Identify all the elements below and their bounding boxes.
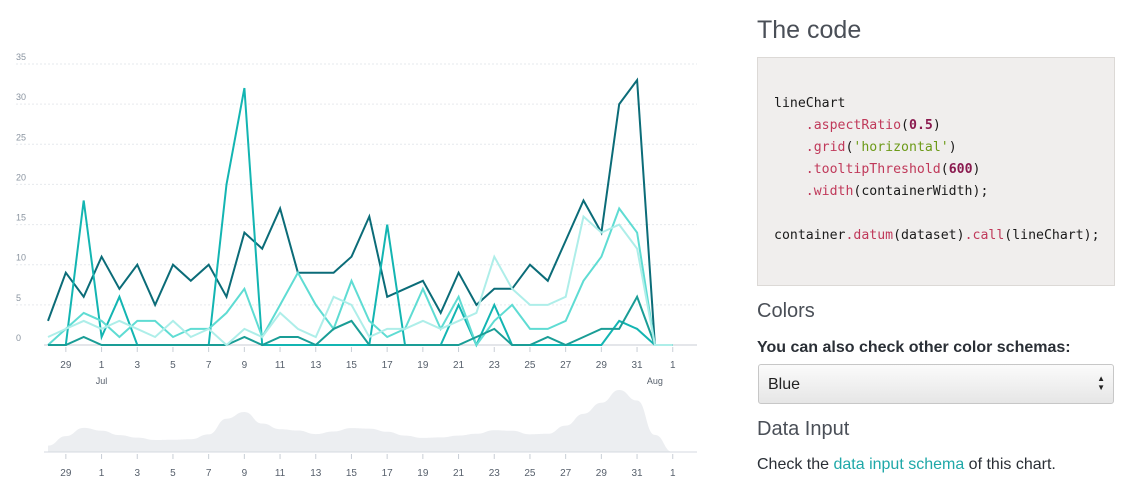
brush-tick-label: 17 [382,468,394,479]
code-line: .width(containerWidth); [774,184,989,199]
brush-tick-label: 7 [206,468,212,479]
code-token: ) [932,118,941,133]
code-token: 'horizontal' [853,140,949,155]
code-token: ( [940,162,949,177]
brush-tick-label: 31 [631,468,643,479]
code-line: .aspectRatio(0.5) [774,118,941,133]
brush-tick-label: 1 [670,468,676,479]
brush-tick-label: 21 [453,468,465,479]
code-token: .grid [774,140,846,155]
y-tick-label: 15 [16,213,26,223]
code-token: container [774,228,846,243]
brush-tick-label: 29 [60,468,72,479]
y-tick-label: 10 [16,253,26,263]
code-token: (lineChart); [1004,228,1100,243]
brush-tick-label: 1 [99,468,105,479]
code-line: .grid('horizontal') [774,140,957,155]
x-tick-label: 3 [134,360,140,371]
code-token: ( [901,118,909,133]
x-tick-label: 25 [524,360,536,371]
brush-tick-label: 19 [417,468,429,479]
y-tick-label: 30 [16,92,26,102]
data-input-text: Check the data input schema of this char… [757,456,1056,474]
x-tick-label: 23 [489,360,501,371]
x-tick-label: 9 [242,360,248,371]
code-token: (dataset) [893,228,965,243]
select-updown-icon: ▲ ▼ [1097,374,1105,392]
code-token: 600 [948,162,973,177]
x-tick-label: 1 [670,360,676,371]
code-token: ) [948,140,957,155]
code-token: ) [972,162,981,177]
y-tick-label: 5 [16,293,21,303]
brush-tick-label: 23 [489,468,501,479]
x-tick-label: 29 [596,360,608,371]
x-tick-label: 21 [453,360,465,371]
code-line: .tooltipThreshold(600) [774,162,981,177]
line-chart: 0510152025303529 1 3 5 7 9 11 13 15 17 19 21 23 25 27 2… [16,52,697,479]
x-tick-label: 15 [346,360,358,371]
code-token: .aspectRatio [774,118,902,133]
data-input-text-after: of this chart. [964,456,1056,473]
brush-area [48,390,673,452]
code-token: (containerWidth); [853,184,989,199]
data-input-text-before: Check the [757,456,834,473]
x-tick-label: 1 [99,360,105,371]
x-tick-label: 27 [560,360,572,371]
code-section-title: The code [757,16,862,44]
x-tick-label: 29 [60,360,72,371]
brush-tick-label: 13 [310,468,322,479]
brush-tick-label: 9 [242,468,248,479]
code-token: .tooltipThreshold [774,162,941,177]
brush-tick-label: 11 [275,468,286,479]
color-schema-selected-value: Blue [768,376,801,393]
x-tick-label: 17 [382,360,394,371]
data-input-title: Data Input [757,418,850,440]
y-tick-label: 20 [16,172,26,182]
code-token: .width [774,184,854,199]
y-tick-label: 35 [16,52,26,62]
x-tick-label: 7 [206,360,212,371]
y-tick-label: 0 [16,333,21,343]
y-tick-label: 25 [16,132,26,142]
code-line: container.datum(dataset).call(lineChart)… [774,228,1100,243]
x-tick-label: 5 [170,360,176,371]
code-block: lineChart .aspectRatio(0.5) .grid('horiz… [757,57,1115,286]
brush-tick-label: 15 [346,468,358,479]
colors-subtitle: You can also check other color schemas: [757,339,1071,356]
x-tick-label: 19 [417,360,429,371]
month-label-aug: Aug [647,376,663,386]
code-token: 0.5 [909,118,933,133]
brush-tick-label: 3 [134,468,140,479]
code-token: .datum [845,228,894,243]
x-tick-label: 13 [310,360,322,371]
code-token: .call [964,228,1005,243]
brush-tick-label: 25 [524,468,536,479]
series-line-2 [48,87,673,348]
brush-tick-label: 29 [596,468,608,479]
x-tick-label: 31 [631,360,643,371]
data-input-schema-link[interactable]: data input schema [833,456,964,473]
brush-tick-label: 5 [170,468,176,479]
code-line: lineChart [774,96,845,111]
colors-section-title: Colors [757,300,815,322]
brush-tick-label: 27 [560,468,572,479]
code-token: lineChart [774,96,846,111]
x-tick-label: 11 [275,360,286,371]
color-schema-select[interactable]: Blue ▲ ▼ [758,364,1114,404]
month-label-jul: Jul [96,376,108,386]
